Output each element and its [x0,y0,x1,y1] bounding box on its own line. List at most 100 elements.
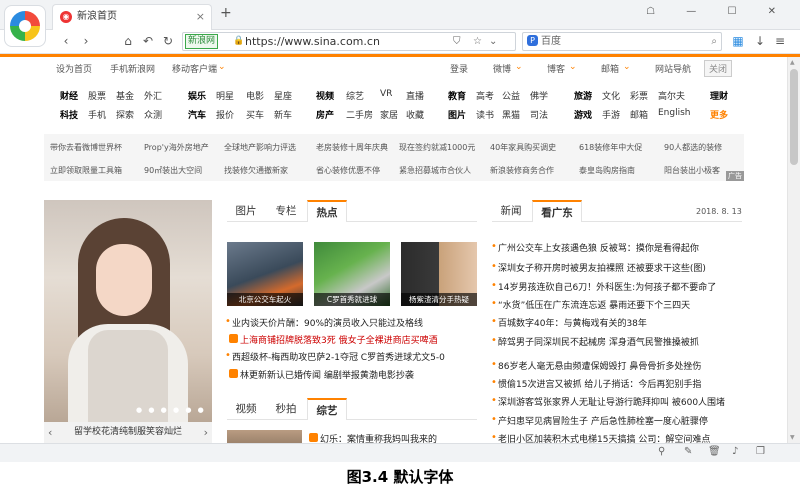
category-link[interactable]: 视频 [316,89,334,102]
category-link[interactable]: 财经 [60,89,78,102]
category-link[interactable]: 众测 [144,108,162,121]
next-arrow-icon[interactable]: › [204,422,208,443]
photo-caption[interactable]: ‹ 留学校花清纯制服笑容灿烂 › [44,422,212,443]
carousel-dots[interactable]: ● ● ● ● ● ● [136,406,206,414]
category-link[interactable]: 彩票 [630,89,648,102]
thumb-bus-fire[interactable]: 北京公交车起火 [227,242,303,306]
ad-link[interactable]: 全球地产影响力评选 [224,142,296,153]
thumb-ronaldo[interactable]: C罗首秀就进球 [314,242,390,306]
tab-close-button[interactable]: × [196,5,205,29]
thumb-caption[interactable]: 杨紫渣清分手热疑 [401,293,477,306]
category-link[interactable]: 综艺 [346,89,364,102]
category-link[interactable]: 手游 [602,108,620,121]
thumb-caption[interactable]: 北京公交车起火 [227,293,303,306]
category-link[interactable]: 收藏 [406,108,424,121]
vertical-scrollbar[interactable]: ▲ ▼ [787,57,800,443]
weibo-link[interactable]: 微博 [493,62,511,75]
search-placeholder[interactable]: 百度 [541,36,561,47]
tab-pictures[interactable]: 图片 [227,200,265,222]
featured-photo[interactable]: ● ● ● ● ● ● [44,200,212,422]
category-link[interactable]: 科技 [60,108,78,121]
tab-news[interactable]: 新闻 [492,200,530,222]
edit-icon[interactable]: ✎ [684,446,692,457]
list-item[interactable]: • 广州公交车上女孩遇色狼 反被骂：摸你是看得起你 [491,241,699,254]
tab-hot[interactable]: 热点 [307,200,347,222]
list-item[interactable]: • 14岁男孩连砍自己6刀！外科医生:为何孩子都不要命了 [491,280,716,293]
category-link[interactable]: 家居 [380,108,398,121]
apps-grid-icon[interactable]: ▦ [730,33,746,49]
sound-icon[interactable]: ♪ [732,446,738,457]
tab-guangdong[interactable]: 看广东 [532,200,582,222]
back-icon[interactable]: ‹ [58,33,74,49]
scroll-up-icon[interactable]: ▲ [790,59,795,66]
list-item[interactable]: 林更新新认已婚传闻 编剧举报黄渤电影抄袭 [229,368,414,381]
category-link[interactable]: 股票 [88,89,106,102]
category-link[interactable]: 游戏 [574,108,592,121]
category-link[interactable]: 高考 [476,89,494,102]
list-item[interactable]: • 深圳游客驾张家界人无耻让导游行跪拜抑叫 被600人围堵 [491,395,725,408]
category-link[interactable]: 佛学 [530,89,548,102]
mail-link[interactable]: 邮箱 [601,62,619,75]
ad-link[interactable]: 新浪装修商务合作 [490,165,554,176]
search-icon[interactable]: ⌕ [711,33,717,50]
ad-link[interactable]: 泰皇岛购房指南 [579,165,635,176]
category-link[interactable]: 外汇 [144,89,162,102]
category-link[interactable]: 公益 [502,89,520,102]
category-link[interactable]: 房产 [316,108,334,121]
category-link[interactable]: English [658,108,691,118]
category-link[interactable]: 买车 [246,108,264,121]
list-item[interactable]: • 惯偷15次进宫又被抓 给儿子捎话：今后再犯别手指 [491,377,701,390]
ad-link[interactable]: 紧急招募城市合伙人 [399,165,471,176]
category-link[interactable]: 二手房 [346,108,373,121]
menu-icon[interactable]: ≡ [772,33,788,49]
set-home-link[interactable]: 设为首页 [56,62,92,75]
category-link[interactable]: 文化 [602,89,620,102]
category-link[interactable]: 更多 [710,108,728,121]
tab-variety[interactable]: 综艺 [307,398,347,420]
ad-link[interactable]: 找装修欠通撤新家 [224,165,288,176]
category-link[interactable]: 直播 [406,89,424,102]
chevron-down-icon[interactable]: ⌄ [489,33,497,50]
category-link[interactable]: 报价 [216,108,234,121]
client-link[interactable]: 移动客户端 [172,62,217,75]
ad-link[interactable]: 立即领取限量工具箱 [50,165,122,176]
ad-link[interactable]: 阳台装出小极客 [664,165,720,176]
list-item[interactable]: • 深圳女子称开房时被男友拍裸照 还被要求干这些(图) [491,261,706,274]
browser-logo-icon[interactable] [4,5,46,47]
ad-link[interactable]: 618装修年中大促 [579,142,642,153]
list-item[interactable]: • 86岁老人毫无悬由频遭保姆毁打 鼻骨骨折多处挫伤 [491,359,701,372]
list-item[interactable]: • 醉驾男子同深圳民不起械房 浑身酒气民警推搡被抓 [491,335,699,348]
window-icon[interactable]: ❐ [756,446,765,457]
category-link[interactable]: 电影 [246,89,264,102]
list-item[interactable]: • 业内谈天价片酬：90%的演员收入只能过及格线 [225,316,423,329]
ad-link[interactable]: 带你去看微博世界杯 [50,142,122,153]
prev-arrow-icon[interactable]: ‹ [48,422,52,443]
site-badge[interactable]: 新浪网 [185,34,219,49]
forward-icon[interactable]: › [78,33,94,49]
list-item[interactable]: 上海商铺招牌脱落致3死 俄女子全裸进商店买啤酒 [229,333,438,346]
category-link[interactable]: VR [380,89,392,99]
category-link[interactable]: 新车 [274,108,292,121]
new-tab-button[interactable]: + [220,5,232,21]
category-link[interactable]: 手机 [88,108,106,121]
category-link[interactable]: 旅游 [574,89,592,102]
category-link[interactable]: 读书 [476,108,494,121]
download-icon[interactable]: ↓ [752,33,768,49]
address-url[interactable]: https://www.sina.com.cn [245,35,380,48]
category-link[interactable]: 娱乐 [188,89,206,102]
home-icon[interactable]: ⌂ [120,33,136,49]
ad-link[interactable]: Prop'y海外房地产 [144,142,209,153]
shield-icon[interactable]: ⛉ [453,33,461,50]
thumb-caption[interactable]: C罗首秀就进球 [314,293,390,306]
category-link[interactable]: 探索 [116,108,134,121]
ad-link[interactable]: 90人都选的装修 [664,142,722,153]
category-link[interactable]: 汽车 [188,108,206,121]
trash-icon[interactable]: 🗑 [708,446,721,457]
mobile-sina-link[interactable]: 手机新浪网 [110,62,155,75]
list-item[interactable]: • 产妇患罕见病冒险生子 产后急性肺栓塞一度心脏骤停 [491,414,708,427]
pin-icon[interactable]: ⚲ [658,446,665,457]
list-item[interactable]: • 西超级杯-梅西助攻巴萨2-1夺冠 C罗首秀进球尤文5-0 [225,350,445,363]
undo-icon[interactable]: ↶ [140,33,156,49]
category-link[interactable]: 图片 [448,108,466,121]
tab-miaopai[interactable]: 秒拍 [267,398,305,420]
